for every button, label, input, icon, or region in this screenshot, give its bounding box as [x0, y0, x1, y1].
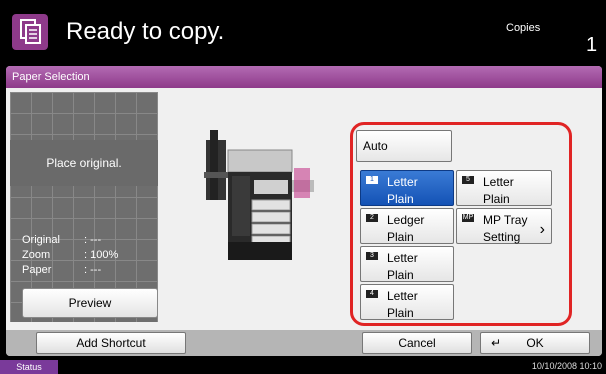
add-shortcut-button[interactable]: Add Shortcut — [36, 332, 186, 354]
enter-icon: ↵ — [491, 336, 502, 350]
cassette-4-icon: 4 — [366, 290, 378, 298]
cassette-1-size: Letter — [387, 175, 418, 189]
preview-button[interactable]: Preview — [22, 288, 158, 318]
mp-tray-icon: MP — [462, 214, 474, 222]
cassette-3-type: Plain — [387, 268, 414, 282]
cassette-2-type: Plain — [387, 230, 414, 244]
copy-icon — [12, 14, 48, 50]
auto-label: Auto — [363, 139, 388, 153]
cassette-3-icon: 3 — [366, 252, 378, 260]
cassette-5-size: Letter — [483, 175, 514, 189]
info-zoom-value: : 100% — [84, 249, 119, 261]
status-bar: Status 10/10/2008 10:10 — [0, 360, 606, 374]
info-original-label: Original — [22, 234, 60, 246]
date-time: 10/10/2008 10:10 — [531, 361, 602, 371]
cassette-3-size: Letter — [387, 251, 418, 265]
chevron-right-icon: › — [539, 221, 545, 238]
cancel-button[interactable]: Cancel — [362, 332, 472, 354]
cassette-2-button[interactable]: 2 Ledger Plain — [360, 208, 454, 244]
info-original-value: : --- — [84, 234, 102, 246]
cassette-3-button[interactable]: 3 Letter Plain — [360, 246, 454, 282]
cassette-5-type: Plain — [483, 192, 510, 206]
copies-label: Copies — [506, 22, 541, 34]
info-zoom-label: Zoom — [22, 249, 51, 261]
place-original-box: Place original. — [10, 140, 158, 186]
printer-illustration — [202, 120, 322, 270]
cassette-4-type: Plain — [387, 306, 414, 320]
info-zoom: Zoom : 100% — [22, 249, 118, 261]
cassette-2-icon: 2 — [366, 214, 378, 222]
ok-label: OK — [526, 336, 544, 350]
cassette-5-button[interactable]: 5 Letter Plain — [456, 170, 552, 206]
cassette-1-type: Plain — [387, 192, 414, 206]
info-paper-label: Paper — [22, 264, 52, 276]
cassette-4-button[interactable]: 4 Letter Plain — [360, 284, 454, 320]
info-paper: Paper : --- — [22, 264, 101, 276]
top-bar: Ready to copy. Copies 1 — [0, 0, 606, 62]
info-paper-value: : --- — [84, 264, 102, 276]
status-message: Ready to copy. — [66, 18, 225, 45]
auto-paper-button[interactable]: Auto — [356, 130, 452, 162]
panel-title-bar: Paper Selection — [6, 66, 602, 88]
ok-button[interactable]: ↵ OK — [480, 332, 590, 354]
mp-tray-setting-button[interactable]: MP MP Tray Setting › — [456, 208, 552, 244]
copies-count: 1 — [586, 34, 598, 56]
paper-selection-panel: Paper Selection Place original. Original… — [6, 66, 602, 356]
cassette-1-button[interactable]: 1 Letter Plain — [360, 170, 454, 206]
panel-title: Paper Selection — [12, 71, 90, 83]
bottom-action-bar: Add Shortcut Cancel ↵ OK — [6, 330, 602, 356]
info-original: Original : --- — [22, 234, 101, 246]
mp-tray-label: MP Tray — [483, 213, 528, 227]
status-button[interactable]: Status — [0, 360, 58, 374]
cassette-4-size: Letter — [387, 289, 418, 303]
mp-tray-type: Setting — [483, 230, 521, 244]
cassette-2-size: Ledger — [387, 213, 425, 227]
cassette-1-icon: 1 — [366, 176, 378, 184]
cassette-5-icon: 5 — [462, 176, 474, 184]
place-original-message: Place original. — [46, 156, 122, 170]
